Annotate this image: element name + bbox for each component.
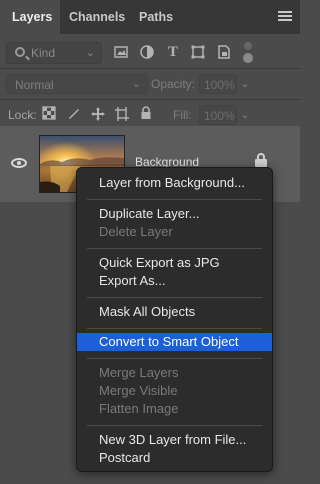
tab-channels[interactable]: Channels <box>60 0 130 34</box>
opacity-chevron-icon[interactable]: ⌄ <box>238 74 252 94</box>
menu-item-quick-export-jpg[interactable]: Quick Export as JPG <box>77 254 272 272</box>
menu-item-layer-from-background[interactable]: Layer from Background... <box>77 174 272 192</box>
lock-label: Lock: <box>8 108 37 122</box>
shape-layer-filter-icon[interactable] <box>190 44 206 60</box>
menu-item-merge-layers: Merge Layers <box>99 365 179 380</box>
menu-item-duplicate-layer[interactable]: Duplicate Layer... <box>77 205 272 223</box>
lock-artboard-icon[interactable] <box>114 106 130 122</box>
lock-position-icon[interactable] <box>90 106 106 122</box>
menu-item-delete-layer: Delete Layer <box>99 224 173 239</box>
layer-context-menu: Layer from Background... Duplicate Layer… <box>76 167 273 472</box>
adjustment-layer-filter-icon[interactable] <box>139 44 155 60</box>
menu-item-flatten-image: Flatten Image <box>99 401 179 416</box>
lock-icon <box>255 153 267 167</box>
panel-menu-icon[interactable] <box>278 11 292 23</box>
kind-filter-dropdown[interactable]: Kind ⌄ <box>6 42 102 64</box>
kind-filter-label: Kind <box>31 46 56 60</box>
menu-separator <box>87 248 262 249</box>
fill-label: Fill: <box>173 108 192 122</box>
search-icon <box>15 47 25 57</box>
menu-item-mask-all-objects[interactable]: Mask All Objects <box>77 303 272 321</box>
menu-separator <box>87 425 262 426</box>
panel-tab-bar: Layers Channels Paths <box>0 0 300 34</box>
eye-visibility-icon[interactable] <box>11 158 27 168</box>
menu-item-export-as[interactable]: Export As... <box>77 272 272 290</box>
menu-item-new-3d-layer-from-file[interactable]: New 3D Layer from File... <box>77 431 272 449</box>
opacity-input[interactable]: 100% <box>199 74 237 94</box>
blend-mode-dropdown[interactable]: Normal ⌄ <box>6 74 148 94</box>
smart-object-filter-icon[interactable] <box>216 44 232 60</box>
opacity-label: Opacity: <box>151 77 196 91</box>
lock-image-pixels-icon[interactable] <box>66 106 82 122</box>
pixel-layer-filter-icon[interactable] <box>113 44 129 60</box>
fill-chevron-icon[interactable]: ⌄ <box>238 105 252 125</box>
divider <box>0 99 300 100</box>
type-layer-filter-icon[interactable]: T <box>165 44 181 60</box>
menu-item-postcard[interactable]: Postcard <box>77 449 272 467</box>
blend-mode-value: Normal <box>15 78 54 92</box>
menu-item-merge-visible: Merge Visible <box>99 383 178 398</box>
fill-input[interactable]: 100% <box>199 105 237 125</box>
menu-separator <box>87 199 262 200</box>
divider <box>0 68 300 69</box>
lock-transparent-pixels-icon[interactable] <box>41 106 57 122</box>
chevron-down-icon: ⌄ <box>131 78 141 90</box>
menu-separator <box>87 328 262 329</box>
tab-layers[interactable]: Layers <box>0 0 60 34</box>
menu-separator <box>87 358 262 359</box>
tab-paths[interactable]: Paths <box>130 0 180 34</box>
menu-item-convert-to-smart-object[interactable]: Convert to Smart Object <box>77 333 272 351</box>
menu-separator <box>87 297 262 298</box>
chevron-down-icon: ⌄ <box>85 47 95 59</box>
filter-toggle-icon[interactable] <box>243 41 253 63</box>
lock-all-icon[interactable] <box>138 106 154 122</box>
